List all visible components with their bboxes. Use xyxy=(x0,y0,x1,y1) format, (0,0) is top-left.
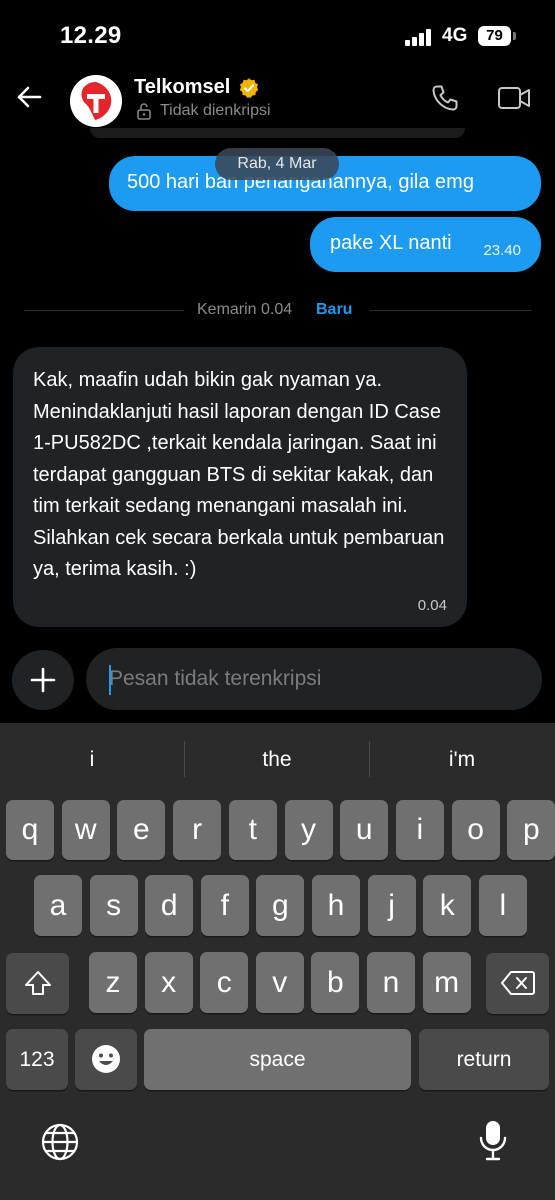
verified-icon xyxy=(239,78,259,98)
suggestion-1[interactable]: i xyxy=(0,748,184,772)
key-u[interactable]: u xyxy=(340,800,389,860)
key-g[interactable]: g xyxy=(256,875,305,936)
key-q[interactable]: q xyxy=(6,800,54,860)
status-bar: 12.29 4G 79 xyxy=(0,0,555,64)
message-time: 0.04 xyxy=(417,597,447,614)
add-attachment-button[interactable] xyxy=(12,650,74,710)
chat-header: Telkomsel Tidak dienkripsi xyxy=(0,64,555,138)
suggestion-3[interactable]: i'm xyxy=(370,748,554,772)
divider-line xyxy=(24,310,184,311)
network-type: 4G xyxy=(442,25,468,46)
key-x[interactable]: x xyxy=(144,952,193,1013)
incoming-message[interactable]: Kak, maafin udah bikin gak nyaman ya. Me… xyxy=(13,347,467,627)
key-r[interactable]: r xyxy=(173,800,222,860)
numbers-key[interactable]: 123 xyxy=(6,1029,68,1090)
new-label: Baru xyxy=(316,301,353,318)
globe-icon[interactable] xyxy=(40,1122,80,1162)
new-messages-divider: Kemarin 0.04 xyxy=(197,301,293,318)
previous-message-edge xyxy=(90,128,465,138)
emoji-icon xyxy=(92,1045,120,1073)
lock-icon xyxy=(137,103,151,120)
key-i[interactable]: i xyxy=(395,800,444,860)
encryption-status: Tidak dienkripsi xyxy=(160,102,271,119)
key-e[interactable]: e xyxy=(117,800,166,860)
signal-icon xyxy=(405,28,435,46)
divider-line xyxy=(370,310,532,311)
avatar[interactable] xyxy=(70,75,122,127)
text-caret xyxy=(109,665,111,695)
phone-icon[interactable] xyxy=(430,83,460,113)
plus-icon xyxy=(30,667,56,693)
key-f[interactable]: f xyxy=(200,875,249,936)
emoji-key[interactable] xyxy=(75,1029,137,1090)
key-w[interactable]: w xyxy=(61,800,110,860)
battery-tip xyxy=(513,32,516,40)
key-a[interactable]: a xyxy=(34,875,82,936)
battery-icon: 79 xyxy=(478,26,511,46)
shift-icon xyxy=(24,971,51,995)
telkomsel-logo-icon xyxy=(70,75,122,127)
message-text: Kak, maafin udah bikin gak nyaman ya. Me… xyxy=(33,369,445,580)
key-m[interactable]: m xyxy=(422,952,471,1013)
key-b[interactable]: b xyxy=(311,952,360,1013)
message-text: pake XL nanti xyxy=(330,232,452,254)
key-h[interactable]: h xyxy=(312,875,360,936)
outgoing-message[interactable]: pake XL nanti 23.40 xyxy=(310,217,541,272)
key-n[interactable]: n xyxy=(367,952,415,1013)
backspace-key[interactable] xyxy=(486,953,549,1014)
keyboard: i the i'm qwertyuiop asdfghjkl zxcvbnm 1… xyxy=(0,723,555,1200)
mic-icon[interactable] xyxy=(478,1119,508,1163)
message-time: 23.40 xyxy=(483,242,521,259)
key-z[interactable]: z xyxy=(89,952,137,1013)
message-placeholder: Pesan tidak terenkripsi xyxy=(109,667,322,690)
key-c[interactable]: c xyxy=(200,952,249,1013)
return-key[interactable]: return xyxy=(419,1029,549,1090)
key-p[interactable]: p xyxy=(507,800,555,860)
backspace-icon xyxy=(500,971,535,995)
status-time: 12.29 xyxy=(60,22,122,49)
key-y[interactable]: y xyxy=(284,800,333,860)
key-s[interactable]: s xyxy=(89,875,138,936)
date-chip: Rab, 4 Mar xyxy=(215,148,339,180)
key-v[interactable]: v xyxy=(255,952,304,1013)
suggestion-2[interactable]: the xyxy=(185,748,369,772)
key-k[interactable]: k xyxy=(423,875,472,936)
back-arrow-icon[interactable] xyxy=(14,82,44,112)
key-t[interactable]: t xyxy=(228,800,277,860)
key-j[interactable]: j xyxy=(367,875,416,936)
video-icon[interactable] xyxy=(497,85,531,111)
key-d[interactable]: d xyxy=(145,875,194,936)
contact-name[interactable]: Telkomsel xyxy=(134,76,230,99)
key-l[interactable]: l xyxy=(478,875,527,936)
key-o[interactable]: o xyxy=(451,800,500,860)
space-key[interactable]: space xyxy=(144,1029,411,1090)
shift-key[interactable] xyxy=(6,953,69,1014)
